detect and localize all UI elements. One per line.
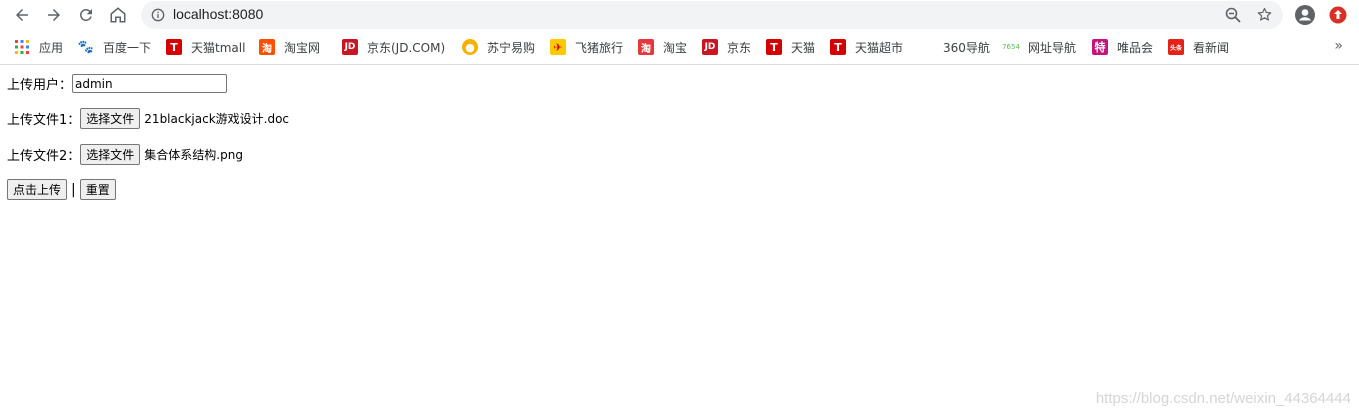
vip-icon: 特	[1092, 39, 1108, 55]
reload-icon	[79, 8, 92, 21]
file1-choose-button[interactable]: 选择文件	[80, 108, 141, 129]
tmall-icon: T	[166, 39, 182, 55]
file1-label: 上传文件1：	[7, 113, 81, 128]
toutiao-icon: 头条	[1168, 39, 1184, 55]
reload-button[interactable]	[75, 4, 97, 26]
actions-row: 点击上传 | 重置	[7, 179, 116, 200]
bookmark-label: 看新闻	[1193, 40, 1230, 55]
jd-icon: JD	[342, 39, 358, 55]
zoom-out-icon[interactable]	[1225, 7, 1241, 23]
bookmark-tmall[interactable]: T 天猫tmall	[166, 37, 245, 57]
bookmark-tmall-market[interactable]: T 天猫超市	[830, 37, 903, 57]
bookmark-label: 京东	[727, 40, 752, 55]
separator: |	[71, 181, 76, 198]
bookmark-label: 应用	[39, 40, 64, 55]
bookmark-label: 天猫超市	[855, 40, 904, 55]
user-row: 上传用户： admin	[7, 74, 228, 93]
bookmark-taobao-wang[interactable]: 淘 淘宝网	[259, 37, 320, 57]
bookmark-360[interactable]: 360导航	[943, 37, 990, 57]
bookmark-jd[interactable]: JD 京东	[702, 37, 751, 57]
bookmarks-bar: 应用 🐾 百度一下 T 天猫tmall 淘 淘宝网 JD 京东(JD.COM) …	[0, 31, 1359, 65]
bookmark-baidu[interactable]: 🐾 百度一下	[78, 37, 151, 57]
upload-button[interactable]: 点击上传	[7, 179, 68, 200]
bookmark-label: 360导航	[943, 40, 990, 55]
bookmarks-overflow-button[interactable]: »	[1334, 38, 1343, 54]
bookmark-label: 飞猪旅行	[575, 40, 624, 55]
user-input[interactable]: admin	[72, 74, 228, 93]
bookmark-suning[interactable]: ● 苏宁易购	[462, 37, 535, 57]
bookmark-jd-com[interactable]: JD 京东(JD.COM)	[342, 37, 445, 57]
arrow-left-icon	[16, 9, 28, 21]
reset-button[interactable]: 重置	[79, 179, 116, 200]
taobao-icon: 淘	[259, 39, 275, 55]
bookmark-label: 苏宁易购	[487, 40, 536, 55]
bookmark-label: 淘宝	[663, 40, 688, 55]
user-label: 上传用户：	[7, 78, 73, 93]
bookmark-taobao[interactable]: 淘 淘宝	[638, 37, 687, 57]
bookmark-label: 淘宝网	[284, 40, 321, 55]
suning-icon: ●	[462, 39, 478, 55]
bookmark-tianmao[interactable]: T 天猫	[766, 37, 815, 57]
bookmark-label: 网址导航	[1028, 40, 1077, 55]
file2-name: 集合体系结构.png	[144, 148, 243, 162]
apps-grid-icon	[15, 40, 29, 54]
bookmark-apps[interactable]: 应用	[14, 37, 63, 57]
tmall-icon: T	[830, 39, 846, 55]
bookmark-label: 天猫tmall	[191, 40, 246, 55]
fliggy-icon: ✈	[550, 39, 566, 55]
file2-label: 上传文件2：	[7, 149, 81, 164]
bookmark-fliggy[interactable]: ✈ 飞猪旅行	[550, 37, 623, 57]
file1-row: 上传文件1： 选择文件 21blackjack游戏设计.doc	[7, 108, 289, 129]
home-icon	[110, 7, 126, 23]
bookmark-label: 京东(JD.COM)	[367, 40, 446, 55]
file2-row: 上传文件2： 选择文件 集合体系结构.png	[7, 144, 243, 165]
watermark: https://blog.csdn.net/weixin_44364444	[1095, 390, 1351, 407]
jd-icon: JD	[702, 39, 718, 55]
bookmark-news[interactable]: 头条 看新闻	[1168, 37, 1229, 57]
7654-icon: 7654	[1002, 43, 1020, 51]
arrow-right-icon	[48, 9, 60, 21]
file2-choose-button[interactable]: 选择文件	[80, 144, 141, 165]
star-icon[interactable]	[1256, 6, 1273, 23]
address-bar[interactable]: localhost:8080	[141, 1, 1283, 29]
info-icon[interactable]	[151, 8, 165, 22]
profile-icon[interactable]	[1295, 5, 1315, 25]
taobao-icon: 淘	[638, 39, 654, 55]
extension-icon[interactable]	[1329, 6, 1347, 24]
back-button[interactable]	[11, 4, 33, 26]
bookmark-label: 天猫	[791, 40, 816, 55]
bookmark-label: 百度一下	[103, 40, 152, 55]
bookmark-7654[interactable]: 7654 网址导航	[1002, 37, 1077, 57]
bookmark-vip[interactable]: 特 唯品会	[1092, 37, 1153, 57]
home-button[interactable]	[107, 4, 129, 26]
bookmark-label: 唯品会	[1117, 40, 1154, 55]
tmall-icon: T	[766, 39, 782, 55]
file1-name: 21blackjack游戏设计.doc	[144, 112, 290, 126]
url-text[interactable]: localhost:8080	[173, 6, 263, 22]
baidu-paw-icon: 🐾	[77, 39, 95, 55]
forward-button[interactable]	[43, 4, 65, 26]
browser-toolbar: localhost:8080	[0, 0, 1359, 31]
